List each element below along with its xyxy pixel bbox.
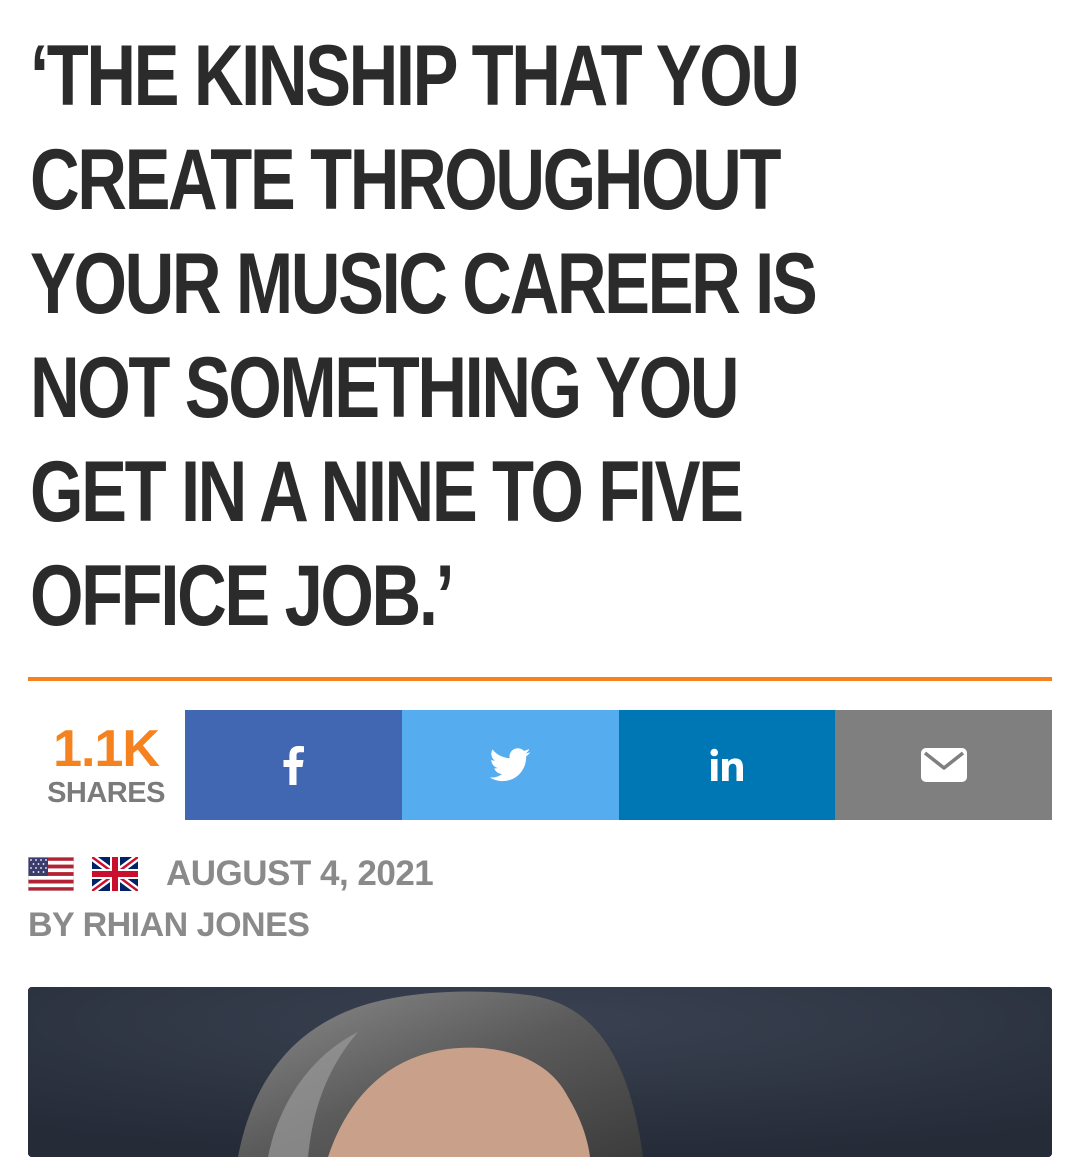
article-meta: AUGUST 4, 2021	[28, 852, 434, 896]
article-byline: BY RHIAN JONES	[28, 906, 310, 944]
hero-image	[28, 987, 1052, 1157]
facebook-share-button[interactable]	[185, 710, 402, 820]
us-flag-icon[interactable]	[28, 857, 74, 891]
twitter-icon	[489, 748, 531, 782]
article-headline: ‘THE KINSHIP THAT YOU CREATE THROUGHOUT …	[30, 28, 818, 644]
facebook-icon	[283, 746, 305, 785]
article-date: AUGUST 4, 2021	[166, 854, 434, 893]
linkedin-icon	[710, 748, 743, 781]
linkedin-share-button[interactable]	[618, 710, 836, 820]
twitter-share-button[interactable]	[401, 710, 619, 820]
share-buttons	[185, 710, 1052, 820]
share-label: SHARES	[47, 777, 165, 809]
mail-icon	[920, 748, 967, 782]
orange-divider	[28, 677, 1052, 681]
share-counter: 1.1K SHARES	[28, 710, 184, 820]
share-count: 1.1K	[53, 720, 160, 778]
uk-flag-icon[interactable]	[92, 857, 138, 891]
email-share-button[interactable]	[835, 710, 1052, 820]
